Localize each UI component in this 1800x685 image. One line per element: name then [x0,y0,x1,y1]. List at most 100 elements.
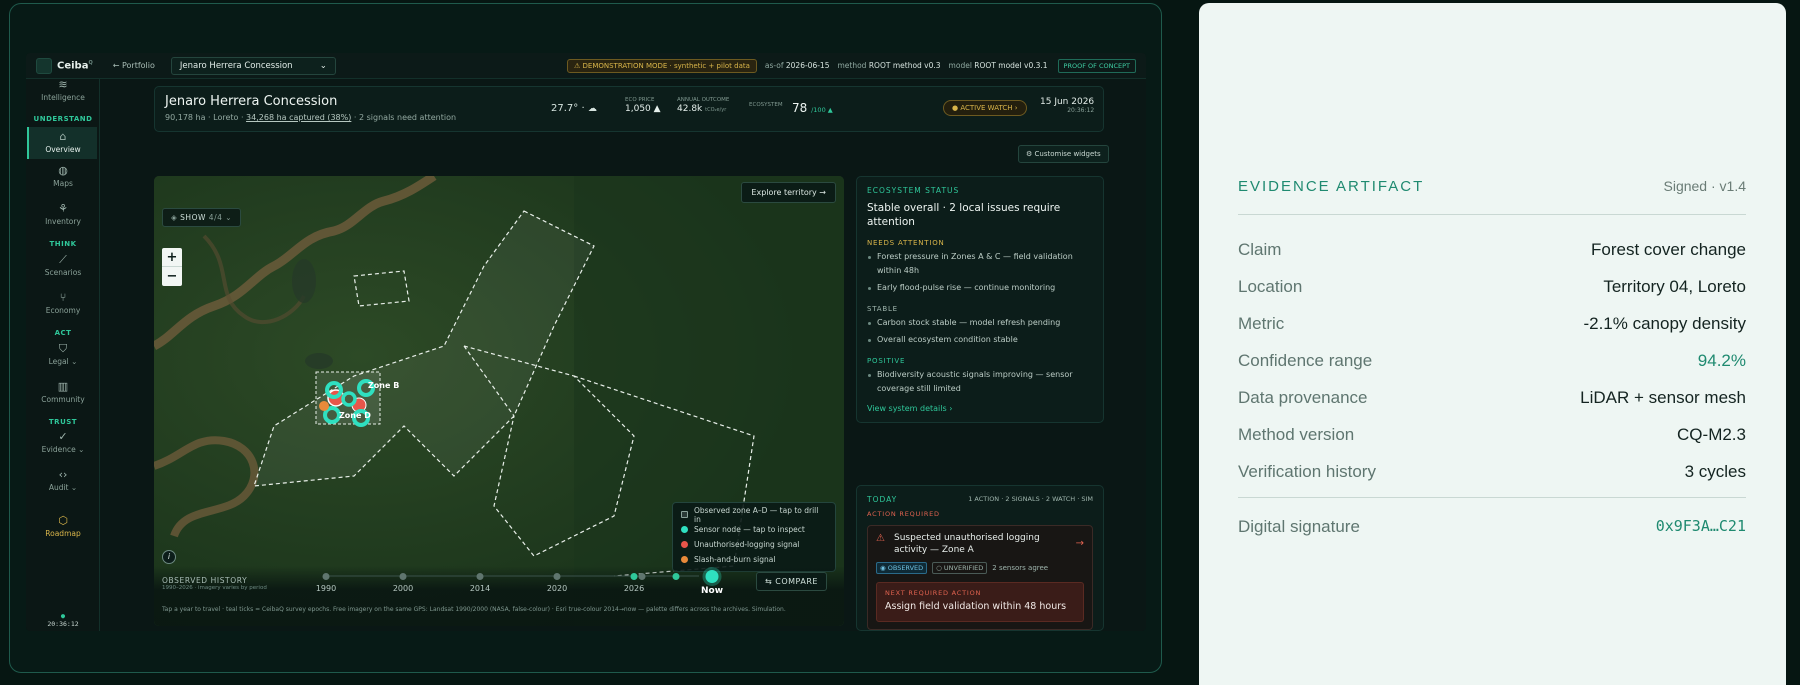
temperature: 27.7° · ☁ [551,103,597,114]
map-pin-icon: ◍ [58,164,68,177]
chevron-down-icon: ⌄ [319,60,327,71]
timeline-tick[interactable] [322,573,330,580]
top-bar: CeibaQ ← Portfolio Jenaro Herrera Conces… [26,53,1146,79]
zoom-in-button[interactable]: + [162,248,182,267]
header-date: 15 Jun 2026 20:36:12 [1040,97,1095,114]
panel-heading: ECOSYSTEM STATUS [867,186,960,195]
evidence-heading: EVIDENCE ARTIFACT [1238,178,1425,195]
year-2020[interactable]: 2020 [547,584,567,593]
year-2026[interactable]: 2026 [624,584,644,593]
logging-dot-icon [681,541,688,548]
concession-select[interactable]: Jenaro Herrera Concession ⌄ [170,56,336,75]
timeline-now[interactable]: Now [701,586,723,596]
shield-icon: ⛉ [58,342,68,355]
needs-attention-heading: NEEDS ATTENTION [867,239,945,247]
year-1990[interactable]: 1990 [316,584,336,593]
legend-item[interactable]: Unauthorised-logging signal [681,537,827,552]
evidence-row-signature: Digital signature 0x9F3A…C21 [1238,517,1746,536]
evidence-row-claim: Claim Forest cover change [1238,240,1746,259]
compare-button[interactable]: ⇆ COMPARE [756,572,827,591]
sidebar-item-economy[interactable]: ⑂ Economy [26,291,100,316]
sidebar-item-maps[interactable]: ◍ Maps [26,164,100,189]
evidence-row-confidence: Confidence range 94.2% [1238,351,1746,370]
show-layers-button[interactable]: ◈ SHOW 4/4 ⌄ [162,208,242,227]
timeline-now-handle[interactable] [705,570,719,583]
box-icon: ⬡ [58,514,68,527]
next-action-box[interactable]: NEXT REQUIRED ACTION Assign field validat… [876,582,1084,622]
zoom-controls: + − [162,248,182,286]
code-icon: ‹› [58,468,68,481]
year-2000[interactable]: 2000 [393,584,413,593]
ecosystem-status-panel: ECOSYSTEM STATUS Stable overall · 2 loca… [856,176,1104,423]
home-icon: ⌂ [59,130,67,143]
timeline-note: Tap a year to travel · teal ticks = Ceib… [162,606,786,613]
demo-mode-badge: ⚠ DEMONSTRATION MODE · synthetic + pilot… [567,58,757,73]
branch-icon: ⑂ [59,291,67,304]
explore-territory-button[interactable]: Explore territory → [741,182,836,203]
live-dot-icon: ● [60,612,66,620]
sidebar-item-community[interactable]: ▥ Community [26,381,100,405]
unverified-chip: ○ UNVERIFIED [932,562,988,574]
zoom-out-button[interactable]: − [162,267,182,286]
tree-icon: ⚘ [58,202,68,215]
active-watch-badge[interactable]: ● ACTIVE WATCH › [943,100,1027,116]
legend-item[interactable]: Slash-and-burn signal [681,552,827,567]
timeline-tick[interactable] [476,573,484,580]
arrow-right-icon[interactable]: → [1076,538,1084,550]
observed-chip: ◉ OBSERVED [876,562,928,574]
zone-d-label[interactable]: Zone D [339,411,371,420]
section-act: ACT [54,329,72,337]
sidebar-item-intelligence[interactable]: ≋ Intelligence [26,78,100,103]
concession-header: Jenaro Herrera Concession 90,178 ha · Lo… [154,86,1104,132]
asof-date: as-of 2026-06-15 [764,61,830,70]
sidebar-item-inventory[interactable]: ⚘ Inventory [26,202,100,227]
year-2014[interactable]: 2014 [470,584,490,593]
timeline-tick[interactable] [672,573,680,580]
proof-of-concept-badge: PROOF OF CONCEPT [1057,58,1136,73]
sensor-agreement: 2 sensors agree [992,564,1049,572]
page-title: Jenaro Herrera Concession [165,94,338,109]
timeline-tick[interactable] [630,573,638,580]
chart-line-icon: ⟋ [59,253,67,266]
ecosystem-score-value: 78 /100 ▲ [792,101,833,115]
timeline-tick[interactable] [553,573,561,580]
evidence-row-metric: Metric -2.1% canopy density [1238,314,1746,333]
today-counts: 1 ACTION · 2 SIGNALS · 2 WATCH · SIM [968,495,1093,503]
logging-alert-card[interactable]: ⚠ Suspected unauthorised logging activity… [867,525,1093,630]
concession-summary: 90,178 ha · Loreto · 34,268 ha captured … [165,113,457,122]
burn-dot-icon [681,556,688,563]
sidebar-item-audit[interactable]: ‹› Audit ⌄ [26,468,100,493]
sensor-dot-icon [681,526,688,533]
section-understand: UNDERSTAND [33,115,93,123]
sidebar-item-overview[interactable]: ⌂ Overview [27,127,97,159]
positive-heading: POSITIVE [867,357,906,365]
sidebar-item-legal[interactable]: ⛉ Legal ⌄ [26,342,100,367]
info-icon[interactable]: i [162,550,176,564]
evidence-row-provenance: Data provenance LiDAR + sensor mesh [1238,388,1746,407]
action-required-heading: ACTION REQUIRED [867,510,940,518]
territory-map[interactable]: Zone B Zone D ◈ SHOW 4/4 ⌄ + − Explore t… [154,176,844,626]
evidence-artifact-card: EVIDENCE ARTIFACT Signed · v1.4 Claim For… [1199,3,1786,685]
brand: CeibaQ [57,59,93,72]
status-item: Overall ecosystem condition stable [867,333,1093,347]
method-version: method ROOT method v0.3 [837,61,941,70]
timeline-tick[interactable] [399,573,407,580]
divider [1238,497,1746,498]
intelligence-icon: ≋ [58,78,68,91]
section-trust: TRUST [48,418,78,426]
legend-item[interactable]: Observed zone A–D — tap to drill in [681,506,827,524]
back-to-portfolio-link[interactable]: ← Portfolio [113,61,155,70]
sidebar-item-scenarios[interactable]: ⟋ Scenarios [26,253,100,278]
history-timeline: OBSERVED HISTORY 1990–2026 · imagery vari… [154,566,844,626]
customise-widgets-button[interactable]: ⚙ Customise widgets [1018,145,1109,163]
timeline-tick[interactable] [638,573,646,580]
zone-b-label[interactable]: Zone B [368,381,399,390]
legend-item[interactable]: Sensor node — tap to inspect [681,522,827,537]
logo-icon[interactable] [36,57,52,74]
sidebar-item-roadmap[interactable]: ⬡ Roadmap [26,514,100,539]
layers-icon: ◈ [171,213,178,222]
eco-price-stat: ECO PRICE 1,050 ▲ [625,97,661,114]
view-system-details-link[interactable]: View system details › [867,404,1093,413]
today-panel: TODAY 1 ACTION · 2 SIGNALS · 2 WATCH · SI… [856,485,1104,631]
sidebar-item-evidence[interactable]: ✓ Evidence ⌄ [26,431,100,455]
